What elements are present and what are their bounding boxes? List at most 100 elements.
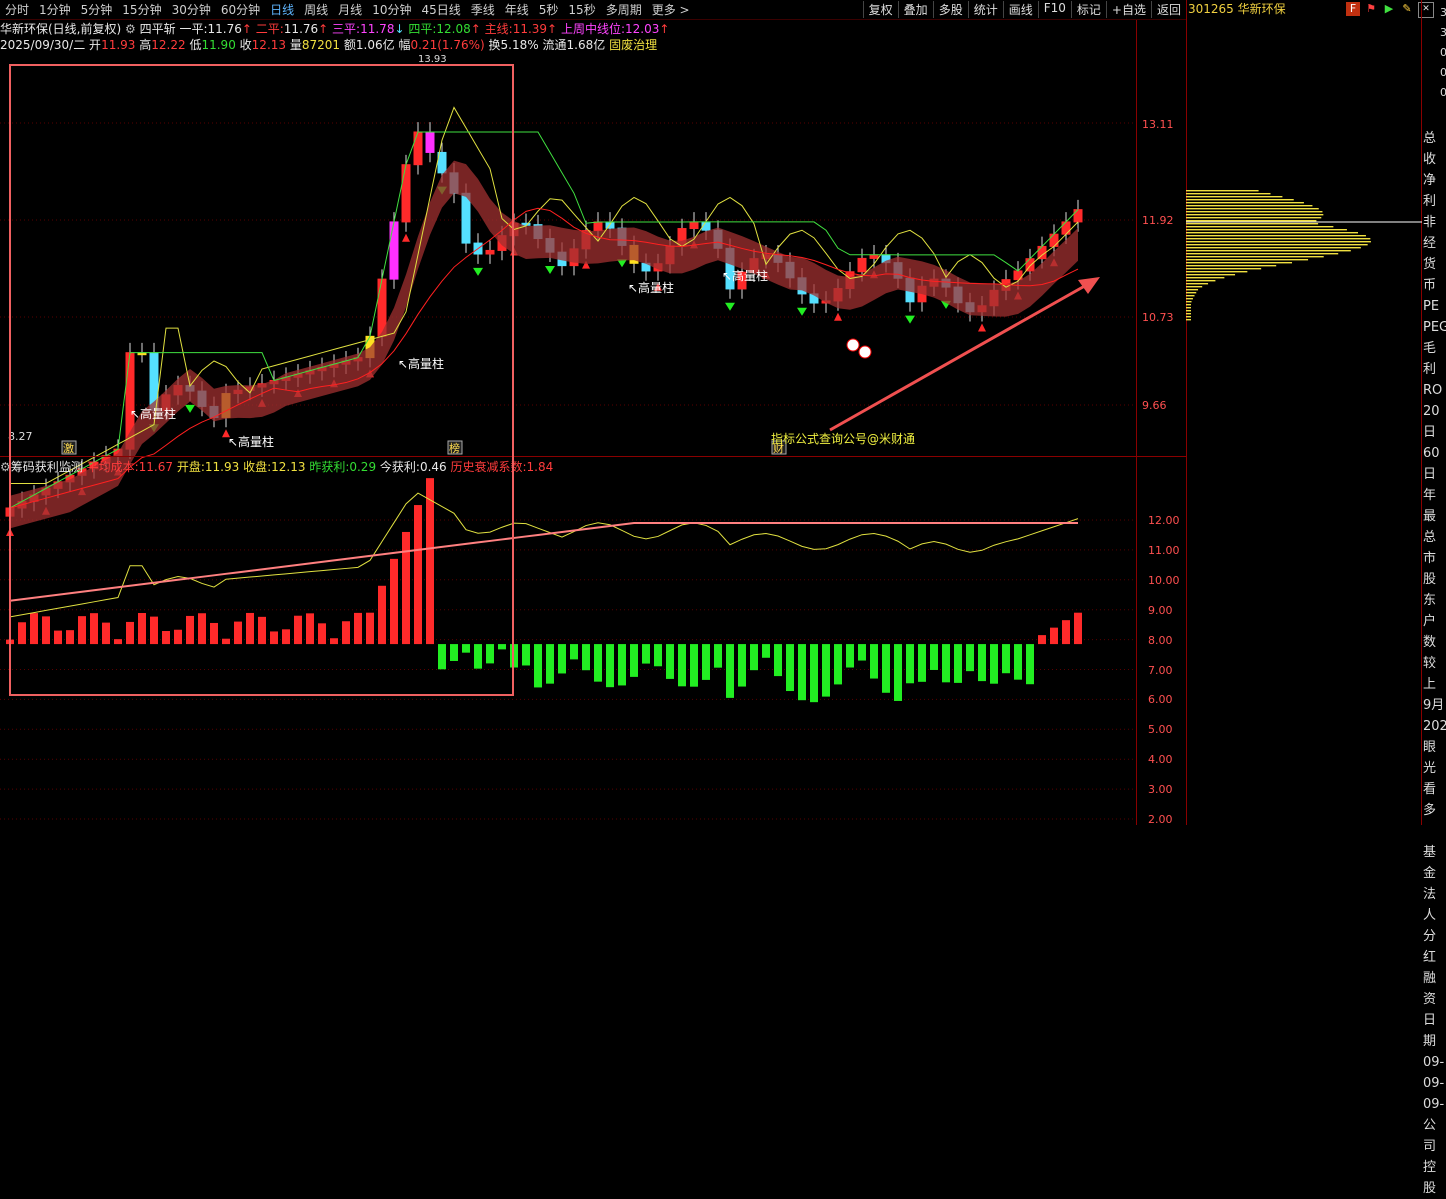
right-info-label[interactable]: 基金	[1423, 842, 1446, 884]
candle-body	[1073, 209, 1083, 223]
profit-bar	[978, 644, 986, 682]
profit-bar	[1062, 620, 1070, 645]
right-top-value: 0	[1440, 66, 1446, 79]
profit-bar	[810, 644, 818, 703]
right-info-label[interactable]: 股东	[1423, 569, 1446, 611]
chip-bar	[1186, 232, 1358, 234]
candle-body	[1061, 221, 1071, 235]
profit-bar	[882, 644, 890, 693]
sub-axis-label: 4.00	[1148, 753, 1173, 767]
right-info-label[interactable]: 09-	[1423, 1073, 1446, 1094]
right-info-label[interactable]: 分红	[1423, 926, 1446, 968]
profit-bar	[618, 644, 626, 686]
profit-bar	[606, 644, 614, 688]
chip-bar	[1186, 256, 1324, 258]
right-info-label[interactable]: 总收	[1423, 128, 1446, 170]
profit-bar	[582, 644, 590, 671]
down-arrow-marker	[725, 302, 735, 311]
right-info-label[interactable]: PE	[1423, 296, 1446, 317]
price-axis-label: 13.11	[1142, 118, 1174, 131]
profit-bar	[738, 644, 746, 687]
toolbar-button-8[interactable]: 返回	[1150, 1, 1186, 18]
right-info-label[interactable]: 毛利	[1423, 338, 1446, 380]
profit-bar	[846, 644, 854, 668]
chip-bar	[1186, 253, 1339, 255]
right-info-label[interactable]: 融资	[1423, 968, 1446, 1010]
right-info-label[interactable]: 货币	[1423, 254, 1446, 296]
chip-bar	[1186, 247, 1361, 249]
candle-body	[857, 257, 867, 273]
right-info-label[interactable]: PEG	[1423, 317, 1446, 338]
chip-bar	[1186, 265, 1277, 267]
chip-bar	[1186, 250, 1351, 252]
profit-bar	[750, 644, 758, 671]
right-info-label[interactable]: 总市	[1423, 527, 1446, 569]
right-info-label[interactable]: 较上	[1423, 653, 1446, 695]
right-info-label[interactable]: 法人	[1423, 884, 1446, 926]
chip-bar	[1186, 274, 1236, 276]
chip-bar	[1186, 283, 1209, 285]
candle-body	[521, 222, 531, 226]
right-info-label[interactable]: 控股	[1423, 1157, 1446, 1199]
right-info-label[interactable]: 年最	[1423, 485, 1446, 527]
sub-axis-label: 3.00	[1148, 783, 1173, 797]
axis-divider	[1136, 20, 1137, 825]
chip-bar	[1186, 217, 1322, 219]
candle-body	[689, 221, 699, 230]
chip-bar	[1186, 319, 1191, 321]
right-top-value: 30	[1440, 6, 1446, 19]
profit-bar	[546, 644, 554, 684]
right-info-label[interactable]: 9月	[1423, 695, 1446, 716]
right-info-label[interactable]: 日期	[1423, 1010, 1446, 1052]
chip-bar	[1186, 244, 1368, 246]
right-info-label[interactable]: 净利	[1423, 170, 1446, 212]
right-info-label[interactable]: 眼光	[1423, 737, 1446, 779]
right-info-label[interactable]: 户数	[1423, 611, 1446, 653]
profit-bar	[594, 644, 602, 682]
chip-bar	[1186, 190, 1259, 192]
candle-body	[593, 221, 603, 232]
profit-bar	[786, 644, 794, 692]
chip-bar	[1186, 199, 1294, 201]
profit-bar	[870, 644, 878, 679]
sub-axis-label: 5.00	[1148, 723, 1173, 737]
chip-bar	[1186, 193, 1271, 195]
right-info-label[interactable]: RO	[1423, 380, 1446, 401]
trend-arrow-head	[1078, 277, 1100, 294]
profit-bar	[966, 644, 974, 672]
candle-body	[1049, 233, 1059, 247]
decay-value: 1.84	[526, 460, 554, 474]
right-info-label[interactable]: 20日	[1423, 401, 1446, 443]
right-info-label[interactable]: 09-	[1423, 1094, 1446, 1115]
high-volume-label: ↖高量柱	[628, 280, 674, 295]
profit-bar	[930, 644, 938, 670]
profit-bar	[894, 644, 902, 701]
right-info-label[interactable]	[1423, 821, 1446, 842]
profit-bar	[798, 644, 806, 701]
profit-bar	[990, 644, 998, 684]
candle-body	[869, 254, 879, 259]
plus-icon	[846, 338, 860, 352]
profit-bar	[534, 644, 542, 688]
right-info-label[interactable]: 09-	[1423, 1052, 1446, 1073]
right-info-label[interactable]: 非经	[1423, 212, 1446, 254]
profit-bar	[918, 644, 926, 682]
chip-bar	[1186, 235, 1366, 237]
chip-bar	[1186, 304, 1191, 306]
profit-bar	[666, 644, 674, 679]
profit-bar	[690, 644, 698, 687]
profit-bar	[522, 644, 530, 666]
profit-bar	[630, 644, 638, 677]
right-top-values: 303000	[1440, 3, 1446, 103]
chip-bar	[1186, 259, 1309, 261]
sub-axis-label: 9.00	[1148, 603, 1173, 617]
right-info-label[interactable]: 202	[1423, 716, 1446, 737]
right-info-label[interactable]: 看多	[1423, 779, 1446, 821]
profit-bar	[906, 644, 914, 684]
right-info-label[interactable]: 公司	[1423, 1115, 1446, 1157]
down-arrow-marker	[545, 265, 555, 274]
sub-axis-label: 12.00	[1148, 514, 1180, 527]
chip-bar	[1186, 289, 1199, 291]
chip-bar	[1186, 220, 1317, 222]
right-info-label[interactable]: 60日	[1423, 443, 1446, 485]
